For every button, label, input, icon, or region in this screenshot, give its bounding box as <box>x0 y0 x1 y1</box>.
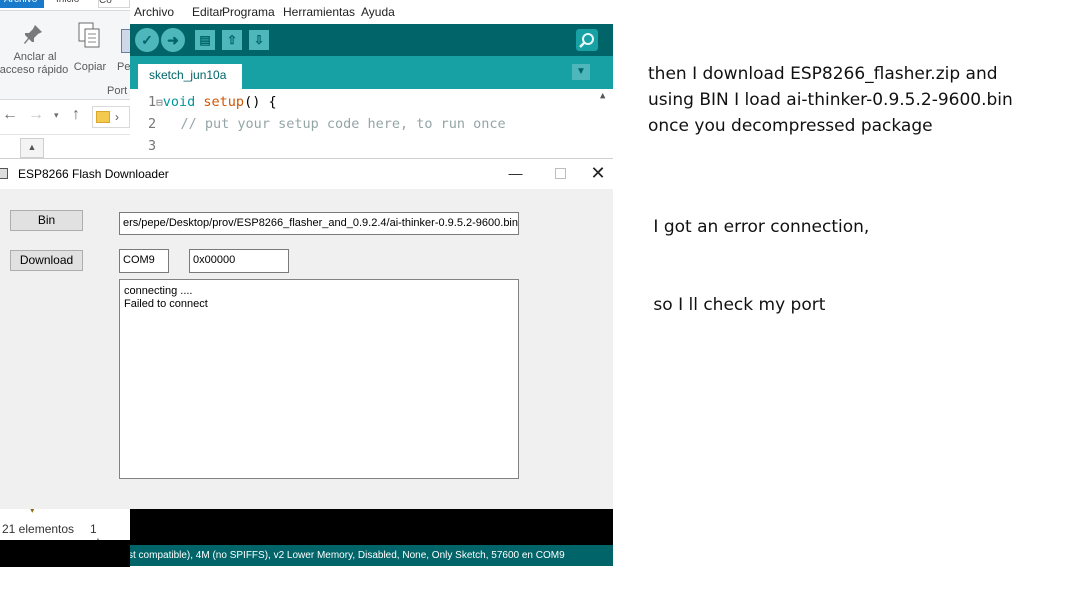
new-file-icon: ▤ <box>199 33 211 47</box>
log-output: connecting .... Failed to connect <box>119 279 519 479</box>
save-sketch-button[interactable]: ⇩ <box>249 30 269 50</box>
minimize-icon: — <box>508 165 523 181</box>
explorer-status-bar: 21 elementos 1 eleme <box>0 518 130 550</box>
dialog-title-bar: ESP8266 Flash Downloader — ✕ <box>0 159 613 189</box>
items-count: 21 elementos <box>2 522 75 536</box>
dialog-title: ESP8266 Flash Downloader <box>18 167 169 181</box>
maximize-icon <box>555 168 566 179</box>
forward-arrow-icon[interactable]: → <box>28 106 44 124</box>
close-icon: ✕ <box>590 163 606 183</box>
menu-programa[interactable]: Programa <box>222 5 275 19</box>
folder-icon <box>96 111 110 123</box>
log-line: connecting .... <box>124 285 193 297</box>
flash-downloader-dialog: ESP8266 Flash Downloader — ✕ Bin ers/pep… <box>0 158 613 509</box>
board-status-text: st compatible), 4M (no SPIFFS), v2 Lower… <box>130 550 565 561</box>
line-number: 3 <box>148 138 157 154</box>
up-arrow-icon: ⇧ <box>226 33 238 47</box>
code-comment: // put your setup code here, to run once <box>164 116 506 132</box>
recent-locations-chevron-icon[interactable]: ▾ <box>54 110 59 121</box>
menu-editar[interactable]: Editar <box>192 5 223 19</box>
upload-button[interactable]: ➜ <box>161 28 185 52</box>
pin-label-2: acceso rápido <box>0 64 69 76</box>
code-line-1: 1⊟void setup() { <box>148 94 277 110</box>
magnifier-icon <box>579 33 594 48</box>
log-line: Failed to connect <box>124 298 208 310</box>
console-area <box>130 508 613 545</box>
new-sketch-button[interactable]: ▤ <box>195 30 215 50</box>
copy-label: Copiar <box>73 61 107 73</box>
collapse-pane-button[interactable]: ▲ <box>20 138 44 158</box>
app-icon <box>0 168 8 179</box>
com-port-field[interactable]: COM9 <box>119 249 169 273</box>
bin-button[interactable]: Bin <box>10 210 83 231</box>
verify-button[interactable]: ✓ <box>135 28 159 52</box>
right-arrow-icon: ➜ <box>167 32 179 48</box>
back-arrow-icon[interactable]: ← <box>2 106 18 124</box>
menu-herramientas[interactable]: Herramientas <box>283 5 355 19</box>
download-button[interactable]: Download <box>10 250 83 271</box>
menu-archivo[interactable]: Archivo <box>134 5 174 19</box>
up-arrow-icon[interactable]: ↑ <box>72 106 80 124</box>
ribbon-panel: Anclar al acceso rápido Copiar Pe Port <box>0 10 130 100</box>
tab-sketch[interactable]: sketch_jun10a <box>138 64 242 89</box>
ribbon-group-label: Port <box>107 85 128 97</box>
pin-label-1: Anclar al <box>13 51 57 63</box>
annotation-line: I got an error connection, <box>648 217 870 237</box>
paste-icon <box>121 29 130 53</box>
pin-icon <box>22 23 44 47</box>
arduino-toolbar: ✓ ➜ ▤ ⇧ ⇩ <box>130 24 613 56</box>
tab-menu-dropdown-icon[interactable]: ▼ <box>572 64 590 80</box>
bin-path-field[interactable]: ers/pepe/Desktop/prov/ESP8266_flasher_an… <box>119 212 519 235</box>
checkmark-icon: ✓ <box>141 32 153 48</box>
copy-icon <box>76 21 102 49</box>
sketch-tabs-row: sketch_jun10a ▼ <box>130 56 613 89</box>
code-line-2: 2 // put your setup code here, to run on… <box>148 116 506 132</box>
code-text: () { <box>244 94 277 110</box>
address-bar: ← → ▾ ↑ › <box>0 100 130 135</box>
code-line-3: 3 <box>148 138 156 154</box>
breadcrumb-chevron-icon: › <box>115 110 119 124</box>
annotation-line: once you decompressed package <box>648 116 933 136</box>
copy-button[interactable]: Copiar <box>70 19 110 79</box>
paste-label: Pe <box>117 61 130 73</box>
serial-monitor-button[interactable] <box>576 29 598 51</box>
code-function-name: setup <box>203 94 245 110</box>
line-number: 2 <box>148 116 157 132</box>
annotation-line: so I ll check my port <box>648 295 826 315</box>
annotation-line: using BIN I load ai-thinker-0.9.5.2-9600… <box>648 90 1013 110</box>
pin-quick-access-button[interactable]: Anclar al acceso rápido <box>0 19 70 79</box>
ribbon-tab-inicio[interactable]: Inicio <box>50 0 96 8</box>
annotation-block-2: I got an error connection, so I ll check… <box>648 162 869 344</box>
annotation-line: then I download ESP8266_flasher.zip and <box>648 64 998 84</box>
background-dark-area <box>0 540 130 567</box>
address-field[interactable]: 0x00000 <box>189 249 289 273</box>
menu-ayuda[interactable]: Ayuda <box>361 5 395 19</box>
arduino-menu-bar: Archivo Editar Programa Herramientas Ayu… <box>130 0 613 24</box>
code-editor[interactable]: 1⊟void setup() { 2 // put your setup cod… <box>130 89 613 159</box>
open-sketch-button[interactable]: ⇧ <box>222 30 242 50</box>
maximize-button[interactable] <box>538 159 583 189</box>
ribbon-tab-archivo[interactable]: Archivo <box>0 0 44 8</box>
down-arrow-icon: ⇩ <box>253 33 265 47</box>
paste-button[interactable]: Pe <box>114 19 130 79</box>
annotation-block-1: then I download ESP8266_flasher.zip and … <box>648 61 1013 139</box>
bin-path-text: ers/pepe/Desktop/prov/ESP8266_flasher_an… <box>122 217 518 229</box>
board-status-bar: st compatible), 4M (no SPIFFS), v2 Lower… <box>130 545 613 566</box>
ribbon-tab-compartir[interactable]: Co <box>98 0 130 8</box>
minimize-button[interactable]: — <box>493 159 538 189</box>
address-field[interactable]: › <box>92 106 130 128</box>
scroll-up-icon[interactable]: ▲ <box>600 91 605 101</box>
code-keyword: void <box>162 94 196 110</box>
line-number: 1 <box>148 94 157 110</box>
fold-icon[interactable]: ⊟ <box>156 96 163 109</box>
close-button[interactable]: ✕ <box>583 159 613 189</box>
